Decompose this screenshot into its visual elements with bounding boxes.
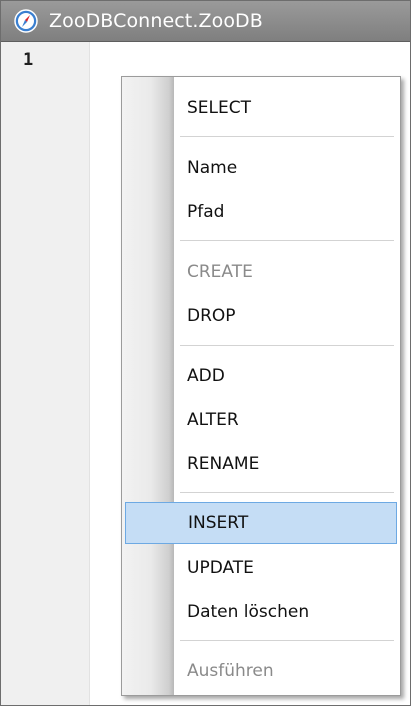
menu-item-alter[interactable]: ALTER <box>125 401 397 439</box>
line-number-gutter: 1 <box>1 42 90 705</box>
menu-item-label: ADD <box>187 366 225 386</box>
menu-item-label: Pfad <box>187 202 225 222</box>
menu-item-daten-loeschen[interactable]: Daten löschen <box>125 593 397 631</box>
context-menu: SELECT Name Pfad CREATE DROP ADD ALTER R… <box>121 76 401 696</box>
compass-icon <box>13 8 39 34</box>
menu-item-label: Daten löschen <box>187 602 310 622</box>
menu-item-label: ALTER <box>187 410 239 430</box>
menu-item-label: RENAME <box>187 454 260 474</box>
menu-item-label: SELECT <box>187 98 251 118</box>
menu-separator <box>180 136 394 137</box>
menu-item-drop[interactable]: DROP <box>125 297 397 335</box>
menu-item-label: Ausführen <box>187 661 274 681</box>
editor-window: ZooDBConnect.ZooDB 1 SELECT Name Pfad CR… <box>0 0 411 706</box>
menu-item-name[interactable]: Name <box>125 149 397 187</box>
menu-item-rename[interactable]: RENAME <box>125 445 397 483</box>
menu-item-ausfuehren: Ausführen <box>125 652 397 690</box>
menu-item-select[interactable]: SELECT <box>125 89 397 127</box>
menu-separator <box>180 345 394 346</box>
line-number: 1 <box>23 50 34 70</box>
menu-item-pfad[interactable]: Pfad <box>125 193 397 231</box>
menu-item-update[interactable]: UPDATE <box>125 549 397 587</box>
menu-item-create: CREATE <box>125 253 397 291</box>
menu-item-label: INSERT <box>188 513 249 533</box>
menu-item-label: UPDATE <box>187 558 254 578</box>
menu-separator <box>180 492 394 493</box>
menu-item-label: DROP <box>187 306 236 326</box>
window-title: ZooDBConnect.ZooDB <box>49 10 263 32</box>
window-titlebar[interactable]: ZooDBConnect.ZooDB <box>1 1 410 42</box>
menu-item-add[interactable]: ADD <box>125 357 397 395</box>
menu-separator <box>180 240 394 241</box>
menu-item-label: CREATE <box>187 262 253 282</box>
menu-item-insert[interactable]: INSERT <box>125 502 397 544</box>
menu-separator <box>180 640 394 641</box>
menu-item-label: Name <box>187 158 238 178</box>
